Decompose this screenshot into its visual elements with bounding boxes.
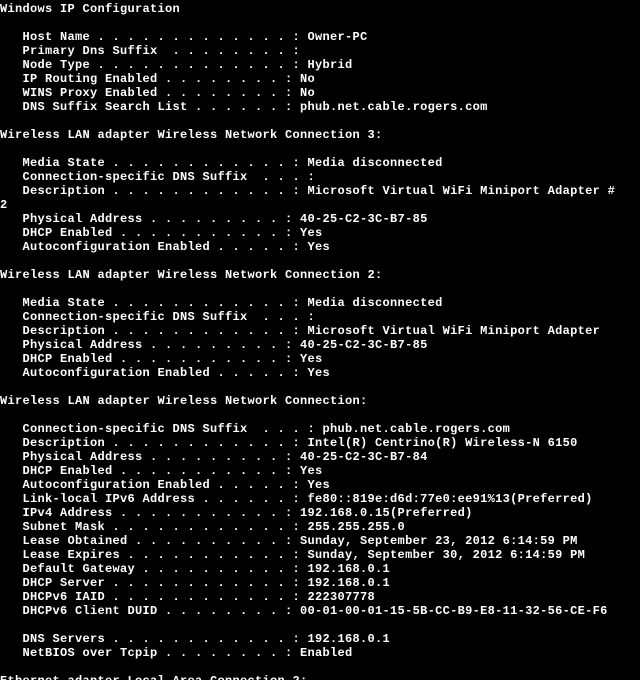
config-row: Subnet Mask . . . . . . . . . . . . : 25… bbox=[0, 520, 640, 534]
config-row: Physical Address . . . . . . . . . : 40-… bbox=[0, 338, 640, 352]
config-row: DHCPv6 Client DUID . . . . . . . . : 00-… bbox=[0, 604, 640, 618]
adapter-heading: Wireless LAN adapter Wireless Network Co… bbox=[0, 128, 640, 142]
config-row: Lease Expires . . . . . . . . . . . : Su… bbox=[0, 548, 640, 562]
config-row: NetBIOS over Tcpip . . . . . . . . : Ena… bbox=[0, 646, 640, 660]
config-row: DHCP Enabled . . . . . . . . . . . : Yes bbox=[0, 226, 640, 240]
config-row: Lease Obtained . . . . . . . . . . : Sun… bbox=[0, 534, 640, 548]
terminal-output: Windows IP Configuration Host Name . . .… bbox=[0, 0, 640, 680]
blank-line bbox=[0, 16, 640, 30]
config-row: Autoconfiguration Enabled . . . . . : Ye… bbox=[0, 478, 640, 492]
blank-line bbox=[0, 408, 640, 422]
config-row: Media State . . . . . . . . . . . . : Me… bbox=[0, 296, 640, 310]
config-row: Physical Address . . . . . . . . . : 40-… bbox=[0, 450, 640, 464]
config-row: Connection-specific DNS Suffix . . . : bbox=[0, 170, 640, 184]
config-row: Description . . . . . . . . . . . . : Mi… bbox=[0, 184, 640, 198]
config-row: DHCPv6 IAID . . . . . . . . . . . . : 22… bbox=[0, 590, 640, 604]
config-row: DHCP Server . . . . . . . . . . . . : 19… bbox=[0, 576, 640, 590]
adapter-heading: Wireless LAN adapter Wireless Network Co… bbox=[0, 268, 640, 282]
blank-line bbox=[0, 618, 640, 632]
config-row: Connection-specific DNS Suffix . . . : p… bbox=[0, 422, 640, 436]
config-row: Link-local IPv6 Address . . . . . . : fe… bbox=[0, 492, 640, 506]
config-row: DHCP Enabled . . . . . . . . . . . : Yes bbox=[0, 464, 640, 478]
blank-line bbox=[0, 282, 640, 296]
blank-line bbox=[0, 254, 640, 268]
config-row: Default Gateway . . . . . . . . . . : 19… bbox=[0, 562, 640, 576]
config-row: IPv4 Address . . . . . . . . . . . : 192… bbox=[0, 506, 640, 520]
config-row: Primary Dns Suffix . . . . . . . . : bbox=[0, 44, 640, 58]
config-row: Autoconfiguration Enabled . . . . . : Ye… bbox=[0, 366, 640, 380]
config-row: WINS Proxy Enabled . . . . . . . . : No bbox=[0, 86, 640, 100]
config-row: DNS Servers . . . . . . . . . . . . : 19… bbox=[0, 632, 640, 646]
config-row: Host Name . . . . . . . . . . . . . : Ow… bbox=[0, 30, 640, 44]
config-row: Autoconfiguration Enabled . . . . . : Ye… bbox=[0, 240, 640, 254]
adapter-heading: Ethernet adapter Local Area Connection 2… bbox=[0, 674, 640, 680]
blank-line bbox=[0, 660, 640, 674]
config-row: DHCP Enabled . . . . . . . . . . . : Yes bbox=[0, 352, 640, 366]
config-row: DNS Suffix Search List . . . . . . : phu… bbox=[0, 100, 640, 114]
blank-line bbox=[0, 142, 640, 156]
config-row: IP Routing Enabled . . . . . . . . : No bbox=[0, 72, 640, 86]
config-row: Node Type . . . . . . . . . . . . . : Hy… bbox=[0, 58, 640, 72]
wrapped-line: 2 bbox=[0, 198, 640, 212]
config-row: Description . . . . . . . . . . . . : Mi… bbox=[0, 324, 640, 338]
config-row: Media State . . . . . . . . . . . . : Me… bbox=[0, 156, 640, 170]
config-row: Description . . . . . . . . . . . . : In… bbox=[0, 436, 640, 450]
blank-line bbox=[0, 114, 640, 128]
config-row: Physical Address . . . . . . . . . : 40-… bbox=[0, 212, 640, 226]
config-row: Connection-specific DNS Suffix . . . : bbox=[0, 310, 640, 324]
adapter-heading: Wireless LAN adapter Wireless Network Co… bbox=[0, 394, 640, 408]
blank-line bbox=[0, 380, 640, 394]
section-title: Windows IP Configuration bbox=[0, 2, 640, 16]
